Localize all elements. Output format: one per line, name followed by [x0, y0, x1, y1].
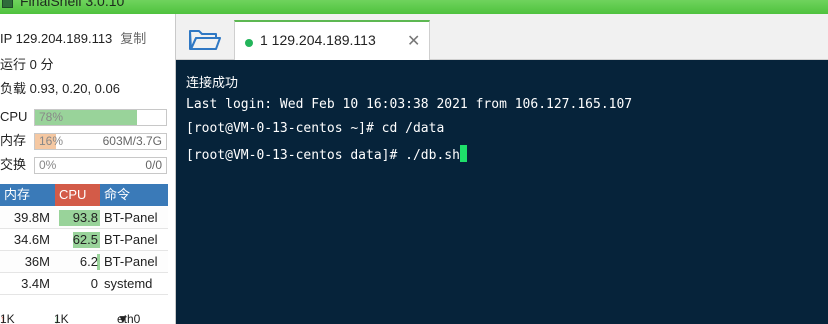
process-command: systemd — [104, 276, 153, 291]
memory-meter-track: 16% 603M/3.7G — [34, 133, 167, 150]
terminal[interactable]: 连接成功 Last login: Wed Feb 10 16:03:38 202… — [176, 60, 828, 324]
app-title: FinalShell 3.0.10 — [20, 0, 125, 9]
close-icon[interactable]: ✕ — [407, 31, 420, 51]
process-header-memory[interactable]: 内存 — [0, 184, 55, 206]
open-folder-button[interactable] — [184, 22, 224, 56]
swap-meter-label: 交换 — [0, 157, 27, 172]
download-speed-value: 1K — [54, 312, 69, 324]
swap-usage: 0/0 — [145, 158, 162, 172]
tab-session-1[interactable]: 1 129.204.189.113 ✕ — [234, 20, 430, 60]
process-memory: 36M — [24, 254, 50, 269]
terminal-line: Last login: Wed Feb 10 16:03:38 2021 fro… — [186, 97, 633, 112]
process-table-header: 内存 CPU 命令 — [0, 184, 168, 206]
title-bar: FinalShell 3.0.10 — [0, 0, 828, 14]
process-command: BT-Panel — [104, 232, 158, 247]
process-row[interactable]: 36M 6.2 BT-Panel — [0, 251, 168, 273]
terminal-line: 连接成功 — [186, 76, 239, 91]
memory-usage: 603M/3.7G — [102, 134, 162, 148]
copy-ip-button[interactable]: 复制 — [120, 31, 146, 46]
process-memory: 39.8M — [13, 210, 50, 225]
process-cpu: 93.8 — [72, 210, 98, 225]
process-memory: 34.6M — [13, 232, 50, 247]
cpu-meter-label: CPU — [0, 109, 28, 124]
cpu-meter: CPU 78% — [0, 106, 168, 128]
tab-bar: 1 129.204.189.113 ✕ — [176, 14, 828, 60]
network-status: ↑ 1K ↓ 1K eth0 ▼ — [0, 310, 176, 324]
process-table: 39.8M 93.8 BT-Panel 34.6M 62.5 BT-Panel … — [0, 207, 168, 295]
cpu-meter-track: 78% — [34, 109, 167, 126]
process-row[interactable]: 39.8M 93.8 BT-Panel — [0, 207, 168, 229]
swap-meter-track: 0% 0/0 — [34, 157, 167, 174]
app-icon — [2, 0, 13, 8]
process-command: BT-Panel — [104, 210, 158, 225]
process-cpu: 6.2 — [79, 254, 98, 269]
terminal-line: [root@VM-0-13-centos ~]# cd /data — [186, 121, 445, 136]
terminal-line: [root@VM-0-13-centos data]# ./db.sh — [186, 148, 460, 163]
memory-meter: 内存 16% 603M/3.7G — [0, 130, 168, 152]
uptime-text: 运行 0 分 — [0, 57, 54, 72]
memory-meter-label: 内存 — [0, 133, 27, 148]
connection-status-icon — [245, 39, 253, 47]
ip-row: IP 129.204.189.113 复制 — [0, 28, 146, 50]
sidebar: IP 129.204.189.113 复制 运行 0 分 负载 0.93, 0.2… — [0, 14, 176, 324]
swap-percent: 0% — [39, 158, 57, 172]
process-row[interactable]: 3.4M 0 systemd — [0, 273, 168, 295]
upload-speed-value: 1K — [0, 312, 15, 324]
terminal-prompt-line: [root@VM-0-13-centos data]# ./db.sh — [186, 145, 467, 163]
process-header-command[interactable]: 命令 — [100, 184, 168, 206]
caret-down-icon: ▼ — [117, 312, 129, 324]
cpu-percent: 78% — [39, 110, 64, 124]
tab-label: 1 129.204.189.113 — [260, 32, 376, 48]
terminal-cursor — [459, 145, 467, 162]
process-cpu: 0 — [90, 276, 98, 291]
memory-percent: 16% — [39, 134, 64, 148]
process-command: BT-Panel — [104, 254, 158, 269]
process-cpu: 62.5 — [72, 232, 98, 247]
process-header-cpu[interactable]: CPU — [55, 184, 100, 206]
folder-icon — [189, 30, 221, 50]
ip-label: IP 129.204.189.113 — [0, 31, 113, 46]
load-average-text: 负载 0.93, 0.20, 0.06 — [0, 81, 120, 96]
swap-meter: 交换 0% 0/0 — [0, 154, 168, 176]
process-memory: 3.4M — [21, 276, 50, 291]
process-row[interactable]: 34.6M 62.5 BT-Panel — [0, 229, 168, 251]
